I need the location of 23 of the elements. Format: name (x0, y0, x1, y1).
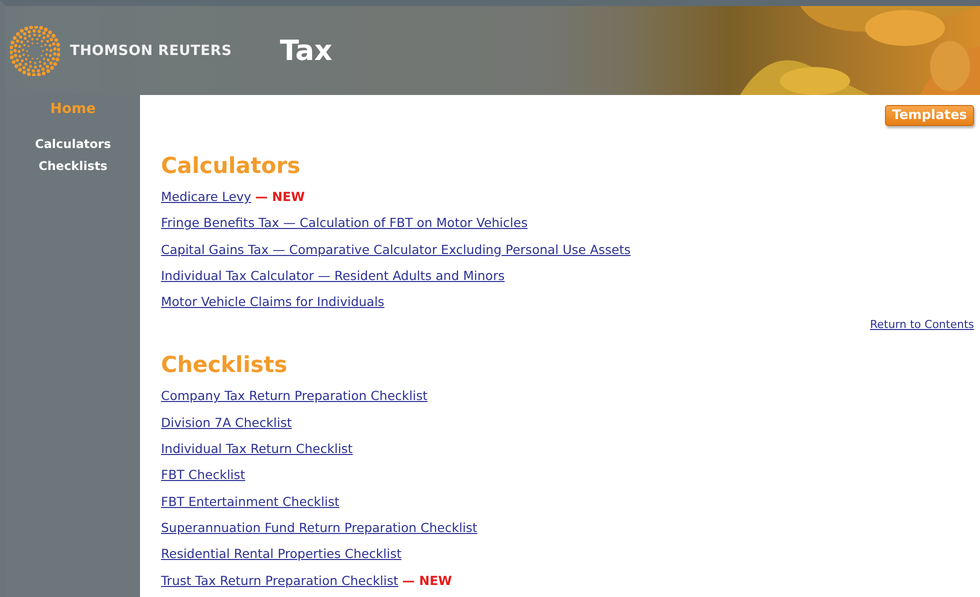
document-link[interactable]: Medicare Levy (161, 189, 252, 204)
document-link[interactable]: Fringe Benefits Tax — Calculation of FBT on Motor Vehicles (161, 215, 528, 230)
return-link[interactable]: Return to Contents (870, 318, 974, 332)
sidebar-link[interactable]: Calculators (35, 137, 111, 151)
document-link[interactable]: Division 7A Checklist (161, 414, 292, 430)
section-heading: Calculators (161, 154, 302, 179)
document-link[interactable]: FBT Checklist (161, 467, 246, 482)
document-link[interactable]: Capital Gains Tax — Comparative Calculator Excluding Personal Use Assets (161, 242, 631, 257)
new-label: — NEW (402, 572, 452, 588)
document-link[interactable]: Superannuation Fund Return Preparation Checklist (161, 520, 478, 535)
document-link[interactable]: Residential Rental Properties Checklist (161, 546, 402, 562)
sidebar-link[interactable]: Checklists (38, 159, 108, 173)
page-title: Tax (280, 34, 332, 67)
document-link[interactable]: Company Tax Return Preparation Checklist (161, 388, 428, 404)
document-link[interactable]: Trust Tax Return Preparation Checklist (161, 572, 398, 588)
document-link[interactable]: FBT Entertainment Checklist (161, 494, 340, 509)
new-label: — NEW (255, 189, 305, 204)
brand-name: THOMSON REUTERS (70, 42, 232, 58)
document-link[interactable]: Individual Tax Calculator — Resident Adults and Minors (161, 268, 505, 283)
logo-icon (10, 26, 60, 76)
document-link[interactable]: Individual Tax Return Checklist (161, 441, 353, 456)
document-link[interactable]: Motor Vehicle Claims for Individuals (161, 294, 384, 310)
section-heading: Checklists (161, 353, 288, 378)
